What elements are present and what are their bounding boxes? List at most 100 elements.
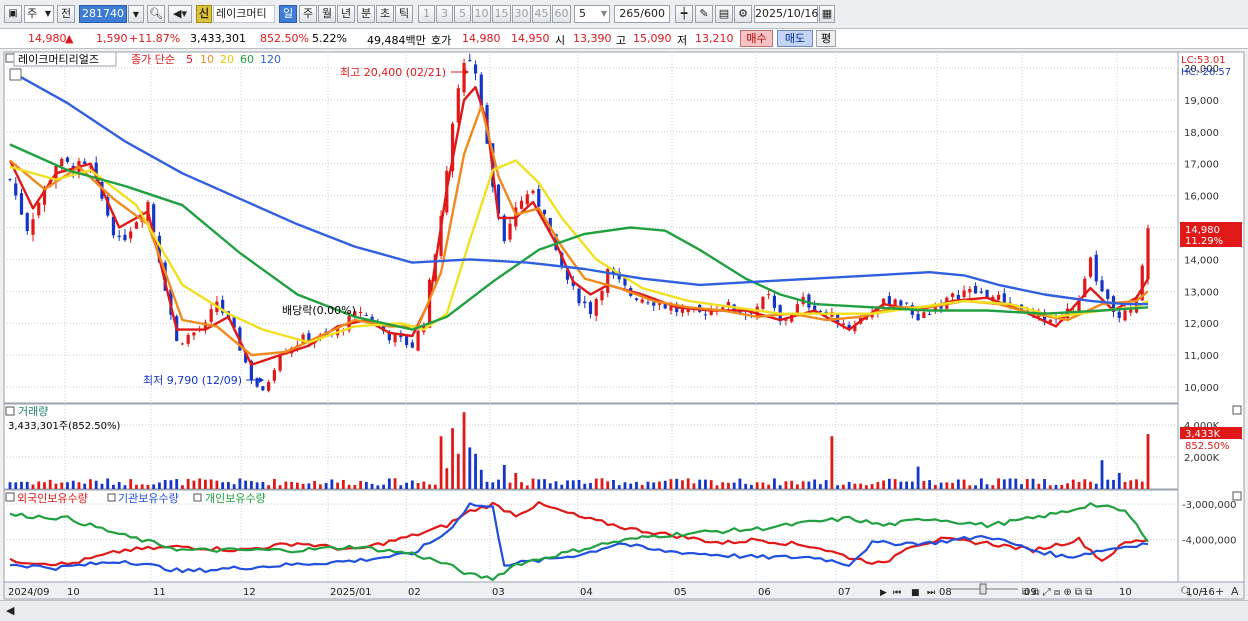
volume-bar: [192, 480, 196, 489]
prev-button[interactable]: 전: [57, 5, 75, 23]
volume-bar: [129, 479, 133, 489]
close-icon[interactable]: [1232, 405, 1242, 415]
search-button[interactable]: 🔍︎: [147, 5, 165, 23]
eval-button[interactable]: 평: [816, 30, 836, 47]
volume-bar: [106, 478, 110, 489]
stock-name-label: 레이크머티: [213, 5, 275, 23]
candle-body: [31, 219, 35, 235]
interval-3[interactable]: 3: [436, 5, 453, 23]
volume-bar: [732, 482, 736, 489]
forward-icon[interactable]: ⏭: [927, 588, 935, 598]
interval-15[interactable]: 15: [492, 5, 511, 23]
zoom-icon[interactable]: ⧉ ⧉ ⤢ ⧈ ⊕ ⧉ ⧉: [1022, 587, 1092, 598]
chart-type-button[interactable]: ┿: [675, 5, 693, 23]
candle-body: [583, 301, 587, 304]
interval-input[interactable]: 5 ▼: [574, 5, 610, 23]
volume-bar: [1083, 479, 1087, 489]
volume-bar: [761, 482, 765, 489]
up-arrow-icon: ▲: [65, 32, 74, 45]
save-button[interactable]: ▤: [715, 5, 733, 23]
tab-day[interactable]: 일: [279, 5, 297, 23]
calendar-button[interactable]: ▦: [819, 5, 835, 23]
credit-badge: 신: [196, 5, 212, 23]
sound-button[interactable]: ◀▾: [168, 5, 192, 23]
volume-bar: [60, 482, 64, 489]
period-select[interactable]: 주 ▼: [24, 5, 54, 23]
font-size-icon[interactable]: A: [1231, 585, 1239, 598]
interval-1[interactable]: 1: [418, 5, 435, 23]
code-dropdown-button[interactable]: ▼: [128, 5, 144, 23]
candle-body: [123, 234, 127, 241]
tab-year[interactable]: 년: [337, 5, 355, 23]
volume-bar: [14, 482, 18, 489]
tab-second[interactable]: 초: [376, 5, 394, 23]
volume-bar: [922, 481, 926, 489]
rewind-icon[interactable]: ⏮: [893, 588, 901, 598]
candle-body: [634, 298, 639, 300]
candle-body: [927, 313, 932, 315]
sell-button[interactable]: 매도: [777, 30, 813, 47]
candle-body: [669, 306, 673, 311]
volume-bar: [37, 481, 41, 489]
volume-bar: [387, 478, 391, 489]
tab-month[interactable]: 월: [318, 5, 336, 23]
x-tick-label: 04: [580, 587, 593, 598]
interval-5[interactable]: 5: [454, 5, 471, 23]
tab-minute[interactable]: 분: [357, 5, 375, 23]
tab-tick[interactable]: 틱: [395, 5, 413, 23]
volume-current-text: 3,433,301주(852.50%): [8, 421, 120, 432]
volume-bar: [910, 481, 914, 489]
zoom-in-icon[interactable]: +: [1215, 585, 1224, 598]
volume-bar: [502, 465, 506, 489]
window-icon[interactable]: ▣: [4, 5, 22, 23]
price-tick-label: 17,000: [1184, 160, 1219, 171]
save-icon: ▤: [718, 7, 730, 20]
volume-bar: [353, 485, 357, 489]
volume-bar: [663, 480, 667, 489]
zoom-out-icon[interactable]: −: [1199, 585, 1208, 598]
price-tick-label: 18,000: [1184, 128, 1219, 139]
volume-bar: [204, 479, 207, 489]
tab-week[interactable]: 주: [299, 5, 317, 23]
candle-body: [973, 286, 978, 294]
interval-60[interactable]: 60: [552, 5, 571, 23]
stop-icon[interactable]: ■: [911, 588, 920, 598]
interval-10[interactable]: 10: [472, 5, 491, 23]
interval-45[interactable]: 45: [532, 5, 551, 23]
stock-code-input[interactable]: 281740: [79, 5, 127, 23]
volume-bar: [1043, 478, 1046, 489]
scroll-right-icon[interactable]: ▶: [880, 588, 887, 598]
volume-bar: [152, 484, 156, 489]
volume-bar: [537, 479, 541, 489]
current-price: 14,980: [28, 32, 67, 45]
volume-bar: [261, 481, 265, 489]
search-icon[interactable]: 🔍︎: [1180, 586, 1193, 598]
zoom-slider-handle[interactable]: [979, 583, 987, 595]
table-icon[interactable]: [9, 68, 22, 81]
volume-bar: [882, 480, 886, 489]
settings-button[interactable]: ⚙: [734, 5, 752, 23]
draw-tool-button[interactable]: ✎: [695, 5, 713, 23]
bottom-scrollbar[interactable]: ◀: [0, 600, 1248, 621]
volume-bar: [1031, 478, 1035, 489]
volume-bar: [1140, 481, 1144, 489]
volume-bar: [864, 485, 868, 489]
volume-bar: [520, 482, 523, 489]
volume-bar: [290, 481, 294, 489]
buy-button[interactable]: 매수: [740, 30, 773, 47]
x-tick-label: 10: [1119, 587, 1132, 598]
volume-bar: [422, 481, 426, 489]
scroll-left-icon[interactable]: ◀: [6, 604, 14, 618]
price-tick-label: 16,000: [1184, 192, 1219, 203]
stock-chart[interactable]: 20,00019,00018,00017,00016,00015,00014,0…: [0, 49, 1248, 600]
holdings-tick-label: -3,000,000: [1182, 500, 1237, 511]
candle-body: [968, 289, 972, 293]
interval-30[interactable]: 30: [512, 5, 531, 23]
count-input[interactable]: 265/600: [614, 5, 670, 23]
date-input[interactable]: 2025/10/16: [754, 5, 818, 23]
volume-bar: [48, 479, 52, 489]
x-tick-label: 05: [674, 587, 687, 598]
close-icon[interactable]: [1232, 491, 1242, 501]
candle-body: [473, 64, 478, 74]
candle-body: [1094, 254, 1098, 282]
